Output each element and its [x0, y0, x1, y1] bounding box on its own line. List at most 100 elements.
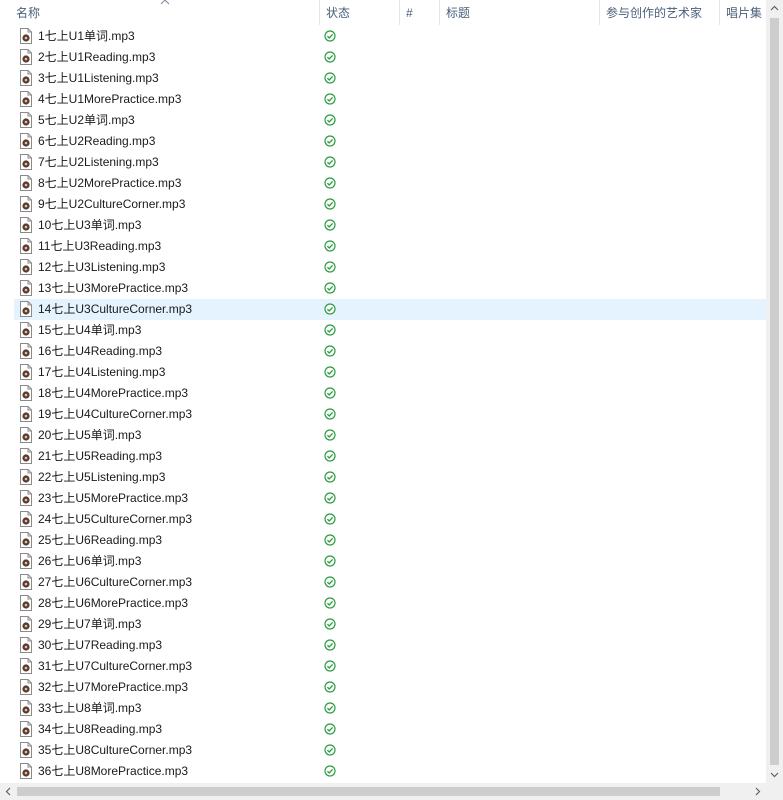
file-row[interactable]: 36七上U8MorePractice.mp3: [14, 761, 766, 782]
file-row[interactable]: 11七上U3Reading.mp3: [14, 236, 766, 257]
synced-check-icon: [324, 114, 336, 126]
scroll-up-arrow-icon[interactable]: [770, 4, 779, 13]
synced-check-icon: [324, 219, 336, 231]
column-header-title[interactable]: 标题: [440, 0, 600, 25]
file-row[interactable]: 8七上U2MorePractice.mp3: [14, 173, 766, 194]
mp3-file-icon: [20, 427, 32, 443]
file-row[interactable]: 2七上U1Reading.mp3: [14, 47, 766, 68]
file-name: 2七上U1Reading.mp3: [38, 50, 156, 64]
scroll-down-arrow-icon[interactable]: [770, 770, 779, 779]
file-name: 16七上U4Reading.mp3: [38, 344, 163, 358]
mp3-file-icon: [20, 322, 32, 338]
file-name: 5七上U2单词.mp3: [38, 113, 135, 127]
file-name: 36七上U8MorePractice.mp3: [38, 764, 189, 778]
scroll-left-arrow-icon[interactable]: [4, 787, 13, 796]
file-row[interactable]: 17七上U4Listening.mp3: [14, 362, 766, 383]
file-row[interactable]: 28七上U6MorePractice.mp3: [14, 593, 766, 614]
synced-check-icon: [324, 93, 336, 105]
horizontal-scrollbar-thumb[interactable]: [17, 787, 720, 796]
synced-check-icon: [324, 387, 336, 399]
file-name: 26七上U6单词.mp3: [38, 554, 142, 568]
mp3-file-icon: [20, 595, 32, 611]
mp3-file-icon: [20, 154, 32, 170]
column-header-album[interactable]: 唱片集: [720, 0, 766, 25]
mp3-file-icon: [20, 406, 32, 422]
file-name: 3七上U1Listening.mp3: [38, 71, 159, 85]
mp3-file-icon: [20, 385, 32, 401]
file-name: 13七上U3MorePractice.mp3: [38, 281, 189, 295]
file-name: 29七上U7单词.mp3: [38, 617, 142, 631]
synced-check-icon: [324, 135, 336, 147]
synced-check-icon: [324, 282, 336, 294]
synced-check-icon: [324, 471, 336, 483]
file-row[interactable]: 30七上U7Reading.mp3: [14, 635, 766, 656]
column-header-status[interactable]: 状态: [320, 0, 400, 25]
mp3-file-icon: [20, 217, 32, 233]
synced-check-icon: [324, 492, 336, 504]
file-name: 35七上U8CultureCorner.mp3: [38, 743, 193, 757]
synced-check-icon: [324, 576, 336, 588]
scrollbar-corner: [766, 783, 783, 800]
synced-check-icon: [324, 51, 336, 63]
file-row[interactable]: 15七上U4单词.mp3: [14, 320, 766, 341]
file-row[interactable]: 12七上U3Listening.mp3: [14, 257, 766, 278]
file-name: 30七上U7Reading.mp3: [38, 638, 163, 652]
file-row[interactable]: 31七上U7CultureCorner.mp3: [14, 656, 766, 677]
file-row[interactable]: 24七上U5CultureCorner.mp3: [14, 509, 766, 530]
mp3-file-icon: [20, 301, 32, 317]
file-row[interactable]: 16七上U4Reading.mp3: [14, 341, 766, 362]
mp3-file-icon: [20, 637, 32, 653]
file-name: 1七上U1单词.mp3: [38, 29, 135, 43]
file-name: 15七上U4单词.mp3: [38, 323, 142, 337]
file-row[interactable]: 21七上U5Reading.mp3: [14, 446, 766, 467]
file-row[interactable]: 22七上U5Listening.mp3: [14, 467, 766, 488]
mp3-file-icon: [20, 28, 32, 44]
file-row[interactable]: 23七上U5MorePractice.mp3: [14, 488, 766, 509]
file-row[interactable]: 33七上U8单词.mp3: [14, 698, 766, 719]
file-row[interactable]: 19七上U4CultureCorner.mp3: [14, 404, 766, 425]
synced-check-icon: [324, 345, 336, 357]
file-row[interactable]: 35七上U8CultureCorner.mp3: [14, 740, 766, 761]
synced-check-icon: [324, 366, 336, 378]
mp3-file-icon: [20, 70, 32, 86]
synced-check-icon: [324, 30, 336, 42]
file-name: 10七上U3单词.mp3: [38, 218, 142, 232]
column-header-name[interactable]: 名称: [10, 0, 320, 25]
column-header-number[interactable]: #: [400, 0, 440, 25]
file-row[interactable]: 6七上U2Reading.mp3: [14, 131, 766, 152]
mp3-file-icon: [20, 112, 32, 128]
mp3-file-icon: [20, 175, 32, 191]
file-row[interactable]: 25七上U6Reading.mp3: [14, 530, 766, 551]
vertical-scrollbar[interactable]: [766, 0, 783, 783]
file-name: 12七上U3Listening.mp3: [38, 260, 166, 274]
file-name: 14七上U3CultureCorner.mp3: [38, 302, 193, 316]
file-row[interactable]: 18七上U4MorePractice.mp3: [14, 383, 766, 404]
file-row[interactable]: 13七上U3MorePractice.mp3: [14, 278, 766, 299]
file-row[interactable]: 26七上U6单词.mp3: [14, 551, 766, 572]
file-row[interactable]: 4七上U1MorePractice.mp3: [14, 89, 766, 110]
vertical-scrollbar-thumb[interactable]: [770, 18, 779, 765]
file-row[interactable]: 29七上U7单词.mp3: [14, 614, 766, 635]
file-row[interactable]: 14七上U3CultureCorner.mp3: [14, 299, 766, 320]
mp3-file-icon: [20, 133, 32, 149]
mp3-file-icon: [20, 448, 32, 464]
mp3-file-icon: [20, 343, 32, 359]
file-row[interactable]: 9七上U2CultureCorner.mp3: [14, 194, 766, 215]
file-row[interactable]: 32七上U7MorePractice.mp3: [14, 677, 766, 698]
column-header-artists[interactable]: 参与创作的艺术家: [600, 0, 720, 25]
mp3-file-icon: [20, 553, 32, 569]
mp3-file-icon: [20, 763, 32, 779]
file-row[interactable]: 7七上U2Listening.mp3: [14, 152, 766, 173]
scroll-right-arrow-icon[interactable]: [753, 787, 762, 796]
file-row[interactable]: 20七上U5单词.mp3: [14, 425, 766, 446]
mp3-file-icon: [20, 511, 32, 527]
mp3-file-icon: [20, 532, 32, 548]
horizontal-scrollbar[interactable]: [0, 783, 766, 800]
file-row[interactable]: 34七上U8Reading.mp3: [14, 719, 766, 740]
mp3-file-icon: [20, 91, 32, 107]
file-row[interactable]: 5七上U2单词.mp3: [14, 110, 766, 131]
file-row[interactable]: 27七上U6CultureCorner.mp3: [14, 572, 766, 593]
file-row[interactable]: 3七上U1Listening.mp3: [14, 68, 766, 89]
file-row[interactable]: 10七上U3单词.mp3: [14, 215, 766, 236]
file-row[interactable]: 1七上U1单词.mp3: [14, 26, 766, 47]
